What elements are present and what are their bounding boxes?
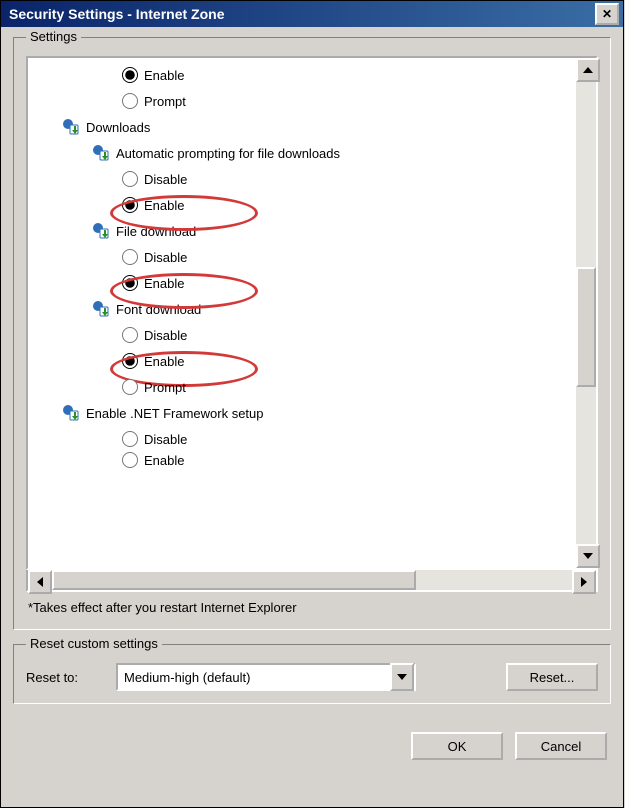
tree-header: Enable .NET Framework setup [34, 400, 574, 426]
radio-input[interactable] [122, 275, 138, 291]
reset-button[interactable]: Reset... [506, 663, 598, 691]
tree-header-label: Font download [116, 302, 201, 317]
tree-radio-item: Enable [34, 62, 574, 88]
window-title: Security Settings - Internet Zone [9, 6, 595, 22]
combo-value: Medium-high (default) [124, 670, 390, 685]
radio-option[interactable]: Disable [122, 431, 187, 447]
chevron-left-icon [37, 577, 43, 587]
radio-option[interactable]: Enable [122, 275, 184, 291]
security-settings-dialog: Security Settings - Internet Zone ✕ Sett… [0, 0, 624, 808]
radio-option[interactable]: Prompt [122, 379, 186, 395]
radio-label: Prompt [144, 94, 186, 109]
radio-label: Enable [144, 68, 184, 83]
radio-label: Enable [144, 276, 184, 291]
radio-option[interactable]: Disable [122, 171, 187, 187]
radio-input[interactable] [122, 93, 138, 109]
radio-label: Prompt [144, 380, 186, 395]
scroll-up-button[interactable] [576, 58, 600, 82]
ok-button[interactable]: OK [411, 732, 503, 760]
horizontal-scroll-thumb[interactable] [52, 570, 416, 590]
radio-option[interactable]: Enable [122, 67, 184, 83]
radio-input[interactable] [122, 171, 138, 187]
radio-label: Disable [144, 172, 187, 187]
settings-tree[interactable]: Enable Prompt Downloads Automatic prompti… [28, 58, 576, 568]
radio-input[interactable] [122, 353, 138, 369]
tree-header-label: File download [116, 224, 196, 239]
download-icon [92, 300, 110, 318]
close-button[interactable]: ✕ [595, 3, 619, 25]
vertical-scrollbar[interactable] [576, 58, 596, 568]
chevron-right-icon [581, 577, 587, 587]
radio-label: Disable [144, 328, 187, 343]
download-icon [92, 144, 110, 162]
radio-option[interactable]: Disable [122, 249, 187, 265]
tree-radio-item: Disable [34, 426, 574, 452]
tree-header-label: Downloads [86, 120, 150, 135]
tree-radio-item: Enable [34, 192, 574, 218]
radio-input[interactable] [122, 452, 138, 468]
settings-tree-frame: Enable Prompt Downloads Automatic prompti… [26, 56, 598, 570]
radio-option[interactable]: Enable [122, 452, 184, 468]
tree-header: File download [34, 218, 574, 244]
tree-header: Automatic prompting for file downloads [34, 140, 574, 166]
combo-dropdown-button[interactable] [390, 663, 414, 691]
reset-row: Reset to: Medium-high (default) Reset... [26, 663, 598, 691]
tree-radio-item: Prompt [34, 88, 574, 114]
radio-option[interactable]: Prompt [122, 93, 186, 109]
tree-header: Downloads [34, 114, 574, 140]
cancel-button[interactable]: Cancel [515, 732, 607, 760]
tree-header-label: Automatic prompting for file downloads [116, 146, 340, 161]
tree-radio-item: Enable [34, 270, 574, 296]
tree-radio-item: Prompt [34, 374, 574, 400]
scroll-down-button[interactable] [576, 544, 600, 568]
radio-input[interactable] [122, 249, 138, 265]
chevron-down-icon [583, 553, 593, 559]
download-icon [62, 404, 80, 422]
radio-label: Disable [144, 250, 187, 265]
radio-label: Disable [144, 432, 187, 447]
title-bar: Security Settings - Internet Zone ✕ [1, 1, 623, 27]
radio-input[interactable] [122, 379, 138, 395]
reset-legend: Reset custom settings [26, 636, 162, 651]
settings-legend: Settings [26, 29, 81, 44]
close-icon: ✕ [602, 8, 612, 20]
download-icon [92, 222, 110, 240]
restart-note: *Takes effect after you restart Internet… [26, 592, 598, 617]
radio-label: Enable [144, 354, 184, 369]
settings-groupbox: Settings EnablePrompt Downloads Automati… [13, 37, 611, 630]
chevron-down-icon [397, 674, 407, 680]
tree-radio-item: Disable [34, 244, 574, 270]
security-level-combo[interactable]: Medium-high (default) [116, 663, 416, 691]
tree-radio-item: Disable [34, 322, 574, 348]
scroll-left-button[interactable] [28, 570, 52, 594]
reset-groupbox: Reset custom settings Reset to: Medium-h… [13, 644, 611, 704]
tree-radio-item: Enable [34, 452, 574, 468]
vertical-scroll-track[interactable] [576, 82, 596, 544]
tree-header: Font download [34, 296, 574, 322]
reset-to-label: Reset to: [26, 670, 106, 685]
radio-option[interactable]: Enable [122, 353, 184, 369]
radio-label: Enable [144, 198, 184, 213]
scroll-right-button[interactable] [572, 570, 596, 594]
radio-input[interactable] [122, 67, 138, 83]
radio-option[interactable]: Enable [122, 197, 184, 213]
horizontal-scroll-track[interactable] [52, 570, 572, 590]
horizontal-scrollbar[interactable] [26, 570, 598, 592]
radio-input[interactable] [122, 431, 138, 447]
tree-radio-item: Enable [34, 348, 574, 374]
radio-option[interactable]: Disable [122, 327, 187, 343]
tree-header-label: Enable .NET Framework setup [86, 406, 264, 421]
radio-label: Enable [144, 453, 184, 468]
radio-input[interactable] [122, 197, 138, 213]
download-icon [62, 118, 80, 136]
dialog-client-area: Settings Enable Prompt Downloads Automati… [1, 27, 623, 770]
chevron-up-icon [583, 67, 593, 73]
dialog-button-row: OK Cancel [13, 718, 611, 760]
tree-radio-item: Disable [34, 166, 574, 192]
radio-input[interactable] [122, 327, 138, 343]
vertical-scroll-thumb[interactable] [576, 267, 596, 387]
